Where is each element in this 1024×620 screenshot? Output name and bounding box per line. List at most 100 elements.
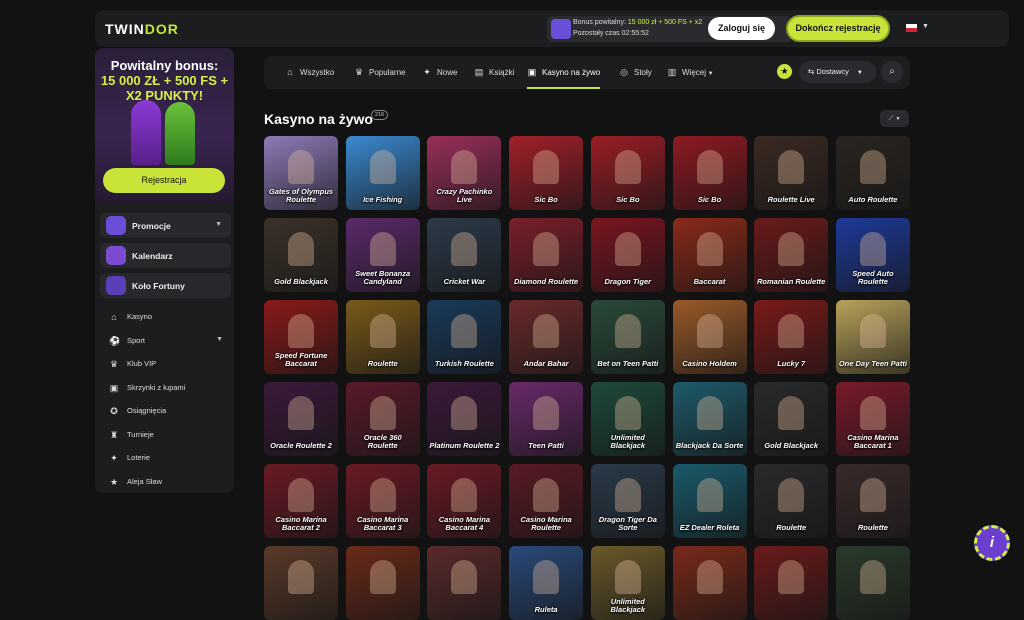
tab-1[interactable]: ♛ Popularne: [354, 56, 406, 89]
game-tile[interactable]: Dragon Tiger: [590, 218, 665, 292]
bonus-offer-text: Bonus powitalny: 15 000 zł + 500 FS + x2: [573, 19, 703, 26]
game-tile[interactable]: Casino Marina Baccarat 1: [835, 382, 910, 456]
game-tile[interactable]: [264, 546, 338, 620]
sort-button[interactable]: ⟋ ▼: [880, 110, 909, 127]
game-tile[interactable]: Platinum Roulette 2: [427, 382, 502, 456]
game-tile[interactable]: Auto Roulette: [835, 136, 910, 210]
game-title: Casino Marina Baccarat 2: [275, 515, 327, 532]
game-tile[interactable]: Unlimited Blackjack: [590, 546, 665, 620]
sidebar-item-6[interactable]: ✦ Loterie: [109, 451, 229, 465]
promo-register-button[interactable]: Rejestracja: [103, 168, 225, 193]
game-tile[interactable]: Gates of Olympus Roulette: [264, 136, 338, 210]
game-tile[interactable]: Ice Fishing: [345, 136, 420, 210]
dealer-image: [778, 396, 805, 430]
dealer-image: [451, 478, 478, 512]
game-tile[interactable]: Casino Holdem: [672, 300, 747, 374]
game-tile[interactable]: Roulette: [754, 464, 829, 538]
game-title: Casino Marina Baccarat 1: [847, 433, 899, 450]
game-tile[interactable]: Ruleta: [509, 546, 584, 620]
game-tile[interactable]: Roulette Live: [754, 136, 829, 210]
game-tile[interactable]: Roulette: [835, 464, 910, 538]
twindor-logo[interactable]: TWINDOR: [105, 21, 179, 37]
game-tile[interactable]: Oracle Roulette 2: [264, 382, 338, 456]
tab-0[interactable]: ⌂ Wszystko: [285, 56, 334, 89]
poland-flag-icon[interactable]: [906, 24, 917, 32]
game-tile[interactable]: Casino Marina Roulette: [509, 464, 584, 538]
game-tile[interactable]: Roulette: [345, 300, 420, 374]
game-tile[interactable]: Blackjack Da Sorte: [672, 382, 747, 456]
game-tile[interactable]: Crazy Pachinko Live: [427, 136, 502, 210]
dealer-image: [859, 314, 886, 348]
sidebar-item-1[interactable]: ⚽ Sport ▼: [109, 334, 229, 348]
game-tile[interactable]: [672, 546, 747, 620]
game-tile[interactable]: Turkish Roulette: [427, 300, 502, 374]
game-tile[interactable]: One Day Teen Patti: [835, 300, 910, 374]
sidebar-card-koło-fortuny[interactable]: Koło Fortuny: [100, 273, 231, 298]
sidebar-card-kalendarz[interactable]: Kalendarz: [100, 243, 231, 268]
game-tile[interactable]: Sic Bo: [672, 136, 747, 210]
game-tile[interactable]: Lucky 7: [754, 300, 829, 374]
game-tile[interactable]: Andar Bahar: [509, 300, 584, 374]
game-tile[interactable]: Bet on Teen Patti: [590, 300, 665, 374]
game-tile[interactable]: Romanian Roulette: [754, 218, 829, 292]
game-title: Speed Auto Roulette: [852, 269, 894, 286]
sidebar-item-5[interactable]: ♜ Turnieje: [109, 428, 229, 442]
game-tile[interactable]: Speed Fortune Baccarat: [264, 300, 338, 374]
chevron-down-icon: ▼: [706, 71, 714, 77]
game-tile[interactable]: Oracle 360 Roulette: [345, 382, 420, 456]
sidebar-card-label: Promocje: [132, 221, 171, 231]
welcome-promo-banner[interactable]: Powitalny bonus: 15 000 ZŁ + 500 FS + X2…: [95, 48, 234, 203]
game-title: Blackjack Da Sorte: [675, 441, 744, 450]
complete-registration-button[interactable]: Dokończ rejestrację: [786, 15, 890, 42]
tab-6[interactable]: ▥ Więcej ▼: [667, 56, 714, 89]
favorites-star-icon[interactable]: ★: [777, 64, 792, 79]
login-button[interactable]: Zaloguj się: [708, 17, 775, 40]
providers-dropdown[interactable]: ⇆ Dostawcy ▼: [799, 61, 876, 83]
game-tile[interactable]: Gold Blackjack: [754, 382, 829, 456]
game-tile[interactable]: EZ Dealer Roleta: [672, 464, 747, 538]
sidebar-item-0[interactable]: ⌂ Kasyno: [109, 310, 229, 324]
sidebar-item-3[interactable]: ▣ Skrzynki z łupami: [109, 381, 229, 395]
game-tile[interactable]: [835, 546, 910, 620]
game-tile[interactable]: Sweet Bonanza Candyland: [345, 218, 420, 292]
tab-4[interactable]: ▣ Kasyno na żywo: [527, 56, 601, 89]
dealer-image: [369, 232, 396, 266]
game-tile[interactable]: [754, 546, 829, 620]
dealer-image: [533, 478, 560, 512]
game-tile[interactable]: Casino Marina Baccarat 4: [427, 464, 502, 538]
tab-icon: ▥: [667, 67, 677, 77]
game-title: Speed Fortune Baccarat: [274, 351, 328, 368]
tab-5[interactable]: ◎ Stoły: [619, 56, 652, 89]
game-tile[interactable]: Gold Blackjack: [264, 218, 338, 292]
sidebar-item-7[interactable]: ★ Aleja Sław: [109, 475, 229, 489]
game-tile[interactable]: Cricket War: [427, 218, 502, 292]
dealer-image: [288, 396, 314, 430]
game-title: Cricket War: [443, 277, 486, 286]
tab-label: Stoły: [634, 68, 652, 77]
dealer-image: [533, 396, 560, 430]
game-tile[interactable]: [345, 546, 420, 620]
game-tile[interactable]: Sic Bo: [590, 136, 665, 210]
game-tile[interactable]: Unlimited Blackjack: [590, 382, 665, 456]
dealer-image: [614, 232, 641, 266]
game-title: Dragon Tiger Da Sorte: [598, 515, 657, 532]
tab-3[interactable]: ▤ Książki: [474, 56, 515, 89]
chevron-down-icon[interactable]: ▼: [922, 23, 929, 30]
game-tile[interactable]: Baccarat: [672, 218, 747, 292]
game-tile[interactable]: Dragon Tiger Da Sorte: [590, 464, 665, 538]
tab-2[interactable]: ✦ Nowe: [422, 56, 457, 89]
sidebar-card-promocje[interactable]: Promocje ▼: [100, 213, 231, 238]
game-tile[interactable]: [427, 546, 502, 620]
sidebar-item-2[interactable]: ♛ Klub VIP: [109, 357, 229, 371]
game-tile[interactable]: Teen Patti: [509, 382, 584, 456]
sidebar-item-4[interactable]: ✪ Osiągnięcia: [109, 404, 229, 418]
game-tile[interactable]: Speed Auto Roulette: [835, 218, 910, 292]
game-title: Oracle Roulette 2: [270, 441, 332, 450]
chevron-down-icon: ▼: [856, 70, 863, 76]
game-tile[interactable]: Casino Marina Baccarat 2: [264, 464, 338, 538]
info-button[interactable]: i: [974, 525, 1010, 561]
game-tile[interactable]: Sic Bo: [509, 136, 584, 210]
search-icon[interactable]: ⌕: [881, 61, 903, 83]
game-tile[interactable]: Diamond Roulette: [509, 218, 584, 292]
game-tile[interactable]: Casino Marina Baccarat 3: [345, 464, 420, 538]
